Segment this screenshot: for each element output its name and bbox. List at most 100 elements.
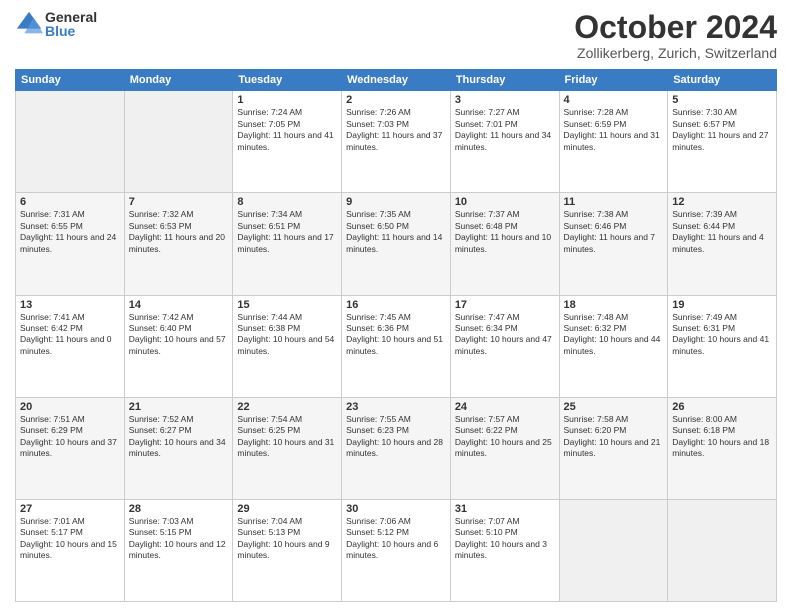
day-info: Sunrise: 7:51 AM Sunset: 6:29 PM Dayligh…	[20, 414, 120, 460]
calendar-cell: 10Sunrise: 7:37 AM Sunset: 6:48 PM Dayli…	[450, 193, 559, 295]
day-info: Sunrise: 7:34 AM Sunset: 6:51 PM Dayligh…	[237, 209, 337, 255]
calendar-cell: 8Sunrise: 7:34 AM Sunset: 6:51 PM Daylig…	[233, 193, 342, 295]
day-info: Sunrise: 7:07 AM Sunset: 5:10 PM Dayligh…	[455, 516, 555, 562]
day-number: 28	[129, 503, 229, 515]
day-number: 10	[455, 196, 555, 208]
calendar-cell: 23Sunrise: 7:55 AM Sunset: 6:23 PM Dayli…	[342, 397, 451, 499]
calendar-week-row: 6Sunrise: 7:31 AM Sunset: 6:55 PM Daylig…	[16, 193, 777, 295]
day-info: Sunrise: 7:26 AM Sunset: 7:03 PM Dayligh…	[346, 107, 446, 153]
day-number: 24	[455, 401, 555, 413]
day-number: 22	[237, 401, 337, 413]
calendar-cell: 30Sunrise: 7:06 AM Sunset: 5:12 PM Dayli…	[342, 499, 451, 601]
day-number: 9	[346, 196, 446, 208]
day-number: 23	[346, 401, 446, 413]
day-number: 18	[564, 299, 664, 311]
day-info: Sunrise: 7:28 AM Sunset: 6:59 PM Dayligh…	[564, 107, 664, 153]
calendar-cell: 2Sunrise: 7:26 AM Sunset: 7:03 PM Daylig…	[342, 91, 451, 193]
calendar-cell: 29Sunrise: 7:04 AM Sunset: 5:13 PM Dayli…	[233, 499, 342, 601]
calendar-cell	[668, 499, 777, 601]
day-number: 11	[564, 196, 664, 208]
logo-general-text: General	[45, 10, 97, 24]
calendar-week-row: 13Sunrise: 7:41 AM Sunset: 6:42 PM Dayli…	[16, 295, 777, 397]
day-number: 29	[237, 503, 337, 515]
logo: General Blue	[15, 10, 97, 38]
calendar-cell: 9Sunrise: 7:35 AM Sunset: 6:50 PM Daylig…	[342, 193, 451, 295]
day-info: Sunrise: 7:47 AM Sunset: 6:34 PM Dayligh…	[455, 312, 555, 358]
day-number: 19	[672, 299, 772, 311]
calendar-cell: 20Sunrise: 7:51 AM Sunset: 6:29 PM Dayli…	[16, 397, 125, 499]
day-header-saturday: Saturday	[668, 70, 777, 91]
calendar-cell: 26Sunrise: 8:00 AM Sunset: 6:18 PM Dayli…	[668, 397, 777, 499]
logo-blue-text: Blue	[45, 24, 97, 38]
day-info: Sunrise: 7:06 AM Sunset: 5:12 PM Dayligh…	[346, 516, 446, 562]
calendar-cell: 11Sunrise: 7:38 AM Sunset: 6:46 PM Dayli…	[559, 193, 668, 295]
calendar-cell: 15Sunrise: 7:44 AM Sunset: 6:38 PM Dayli…	[233, 295, 342, 397]
day-info: Sunrise: 7:32 AM Sunset: 6:53 PM Dayligh…	[129, 209, 229, 255]
day-info: Sunrise: 7:27 AM Sunset: 7:01 PM Dayligh…	[455, 107, 555, 153]
day-number: 13	[20, 299, 120, 311]
title-block: October 2024 Zollikerberg, Zurich, Switz…	[574, 10, 777, 61]
day-number: 26	[672, 401, 772, 413]
calendar-cell: 3Sunrise: 7:27 AM Sunset: 7:01 PM Daylig…	[450, 91, 559, 193]
day-number: 8	[237, 196, 337, 208]
calendar-header-row: SundayMondayTuesdayWednesdayThursdayFrid…	[16, 70, 777, 91]
logo-icon	[15, 10, 43, 38]
calendar-cell	[124, 91, 233, 193]
month-title: October 2024	[574, 10, 777, 45]
header: General Blue October 2024 Zollikerberg, …	[15, 10, 777, 61]
day-info: Sunrise: 7:55 AM Sunset: 6:23 PM Dayligh…	[346, 414, 446, 460]
calendar-cell: 17Sunrise: 7:47 AM Sunset: 6:34 PM Dayli…	[450, 295, 559, 397]
day-info: Sunrise: 7:41 AM Sunset: 6:42 PM Dayligh…	[20, 312, 120, 358]
day-number: 6	[20, 196, 120, 208]
day-info: Sunrise: 7:01 AM Sunset: 5:17 PM Dayligh…	[20, 516, 120, 562]
calendar-cell: 14Sunrise: 7:42 AM Sunset: 6:40 PM Dayli…	[124, 295, 233, 397]
day-info: Sunrise: 7:04 AM Sunset: 5:13 PM Dayligh…	[237, 516, 337, 562]
day-number: 16	[346, 299, 446, 311]
day-number: 1	[237, 94, 337, 106]
page: General Blue October 2024 Zollikerberg, …	[0, 0, 792, 612]
day-header-sunday: Sunday	[16, 70, 125, 91]
calendar-cell: 22Sunrise: 7:54 AM Sunset: 6:25 PM Dayli…	[233, 397, 342, 499]
calendar-cell: 16Sunrise: 7:45 AM Sunset: 6:36 PM Dayli…	[342, 295, 451, 397]
calendar-cell: 18Sunrise: 7:48 AM Sunset: 6:32 PM Dayli…	[559, 295, 668, 397]
day-number: 31	[455, 503, 555, 515]
day-info: Sunrise: 7:57 AM Sunset: 6:22 PM Dayligh…	[455, 414, 555, 460]
day-info: Sunrise: 7:42 AM Sunset: 6:40 PM Dayligh…	[129, 312, 229, 358]
day-number: 3	[455, 94, 555, 106]
calendar-cell: 4Sunrise: 7:28 AM Sunset: 6:59 PM Daylig…	[559, 91, 668, 193]
calendar-week-row: 20Sunrise: 7:51 AM Sunset: 6:29 PM Dayli…	[16, 397, 777, 499]
day-header-thursday: Thursday	[450, 70, 559, 91]
day-number: 17	[455, 299, 555, 311]
day-number: 20	[20, 401, 120, 413]
day-info: Sunrise: 7:49 AM Sunset: 6:31 PM Dayligh…	[672, 312, 772, 358]
day-number: 2	[346, 94, 446, 106]
day-number: 25	[564, 401, 664, 413]
day-number: 21	[129, 401, 229, 413]
day-info: Sunrise: 7:03 AM Sunset: 5:15 PM Dayligh…	[129, 516, 229, 562]
calendar-cell	[16, 91, 125, 193]
calendar-cell: 12Sunrise: 7:39 AM Sunset: 6:44 PM Dayli…	[668, 193, 777, 295]
calendar-cell: 27Sunrise: 7:01 AM Sunset: 5:17 PM Dayli…	[16, 499, 125, 601]
day-header-monday: Monday	[124, 70, 233, 91]
day-info: Sunrise: 7:30 AM Sunset: 6:57 PM Dayligh…	[672, 107, 772, 153]
calendar-cell: 21Sunrise: 7:52 AM Sunset: 6:27 PM Dayli…	[124, 397, 233, 499]
day-header-tuesday: Tuesday	[233, 70, 342, 91]
calendar-cell: 24Sunrise: 7:57 AM Sunset: 6:22 PM Dayli…	[450, 397, 559, 499]
day-number: 4	[564, 94, 664, 106]
day-number: 30	[346, 503, 446, 515]
day-info: Sunrise: 7:44 AM Sunset: 6:38 PM Dayligh…	[237, 312, 337, 358]
calendar-cell: 13Sunrise: 7:41 AM Sunset: 6:42 PM Dayli…	[16, 295, 125, 397]
day-info: Sunrise: 7:45 AM Sunset: 6:36 PM Dayligh…	[346, 312, 446, 358]
calendar-cell: 31Sunrise: 7:07 AM Sunset: 5:10 PM Dayli…	[450, 499, 559, 601]
day-header-friday: Friday	[559, 70, 668, 91]
day-number: 14	[129, 299, 229, 311]
calendar-week-row: 1Sunrise: 7:24 AM Sunset: 7:05 PM Daylig…	[16, 91, 777, 193]
day-info: Sunrise: 7:52 AM Sunset: 6:27 PM Dayligh…	[129, 414, 229, 460]
location: Zollikerberg, Zurich, Switzerland	[574, 45, 777, 61]
day-number: 15	[237, 299, 337, 311]
day-info: Sunrise: 8:00 AM Sunset: 6:18 PM Dayligh…	[672, 414, 772, 460]
day-info: Sunrise: 7:48 AM Sunset: 6:32 PM Dayligh…	[564, 312, 664, 358]
day-info: Sunrise: 7:38 AM Sunset: 6:46 PM Dayligh…	[564, 209, 664, 255]
calendar-week-row: 27Sunrise: 7:01 AM Sunset: 5:17 PM Dayli…	[16, 499, 777, 601]
day-info: Sunrise: 7:31 AM Sunset: 6:55 PM Dayligh…	[20, 209, 120, 255]
